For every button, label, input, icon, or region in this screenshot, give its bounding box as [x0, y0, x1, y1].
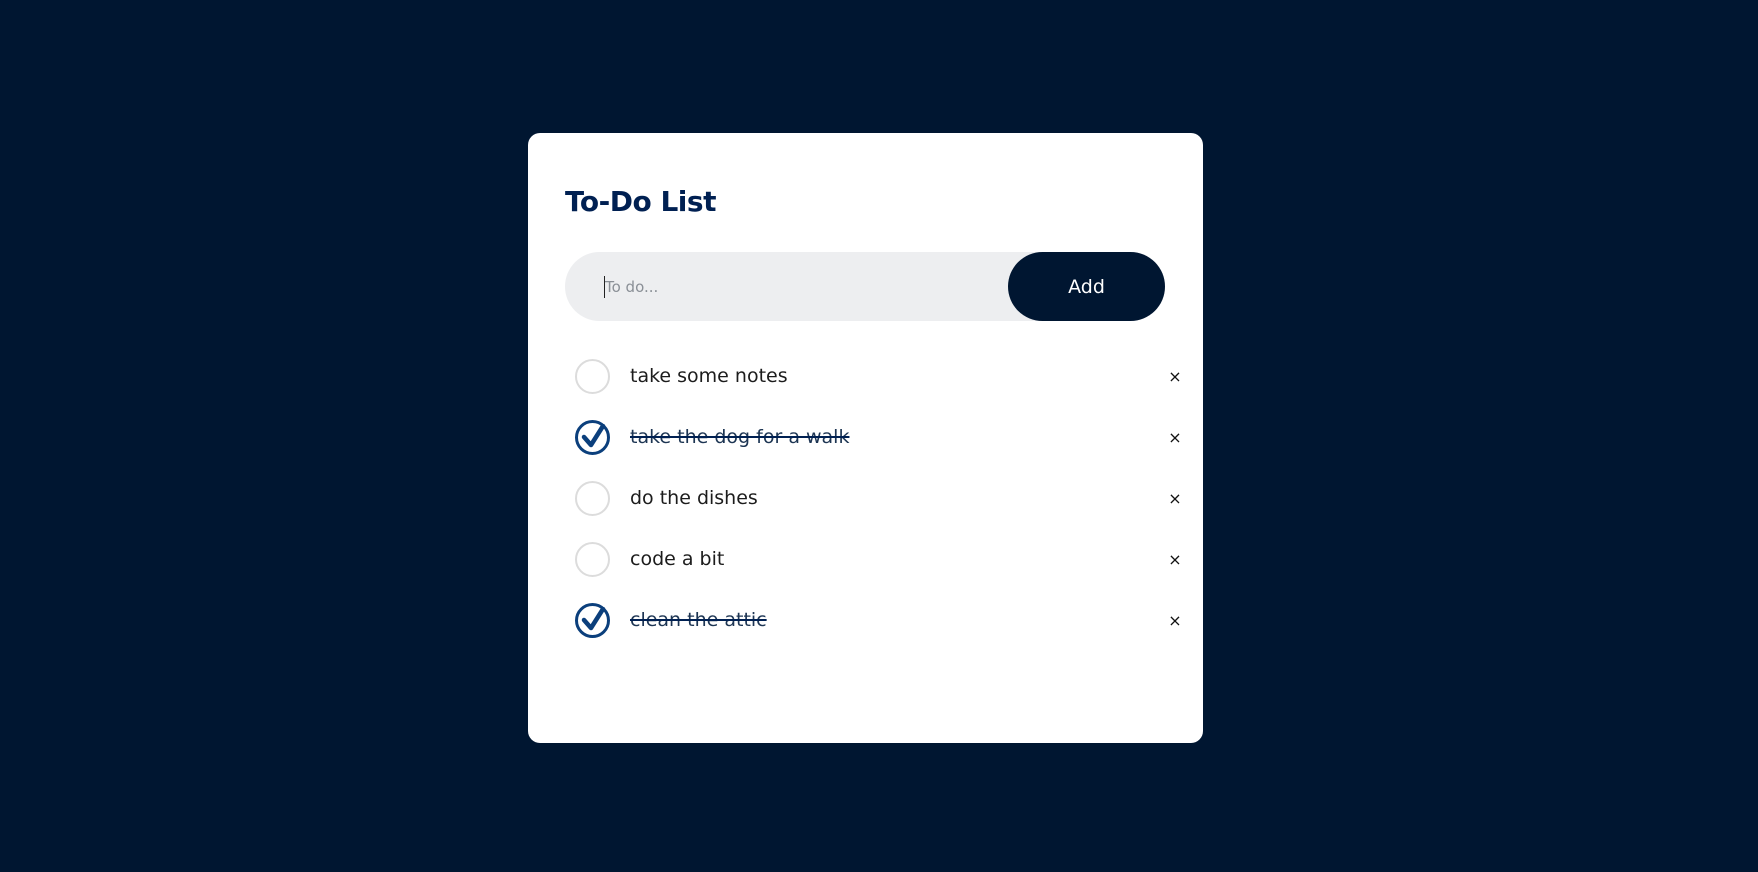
- todo-label: code a bit: [630, 548, 725, 570]
- todo-label: clean the attic: [630, 609, 767, 631]
- todo-checkbox[interactable]: [575, 481, 610, 516]
- delete-icon[interactable]: ×: [1166, 429, 1184, 447]
- delete-icon[interactable]: ×: [1166, 490, 1184, 508]
- todo-item: clean the attic ×: [565, 603, 1182, 664]
- todo-item: take the dog for a walk ×: [565, 420, 1182, 481]
- text-caret: [604, 276, 605, 298]
- delete-icon[interactable]: ×: [1166, 612, 1184, 630]
- checkmark-icon: [581, 424, 606, 448]
- todo-label: take the dog for a walk: [630, 426, 850, 448]
- checkmark-icon: [581, 607, 606, 631]
- todo-item: code a bit ×: [565, 542, 1182, 603]
- todo-card: To-Do List Add take some notes × take th…: [528, 133, 1203, 743]
- todo-item: do the dishes ×: [565, 481, 1182, 542]
- todo-checkbox[interactable]: [575, 603, 610, 638]
- todo-label: take some notes: [630, 365, 788, 387]
- delete-icon[interactable]: ×: [1166, 368, 1184, 386]
- todo-label: do the dishes: [630, 487, 758, 509]
- todo-list: take some notes × take the dog for a wal…: [565, 359, 1182, 664]
- add-button[interactable]: Add: [1008, 252, 1165, 321]
- page-title: To-Do List: [565, 185, 716, 218]
- delete-icon[interactable]: ×: [1166, 551, 1184, 569]
- todo-checkbox[interactable]: [575, 542, 610, 577]
- add-todo-form: Add: [565, 251, 1165, 322]
- todo-checkbox[interactable]: [575, 420, 610, 455]
- todo-checkbox[interactable]: [575, 359, 610, 394]
- todo-item: take some notes ×: [565, 359, 1182, 420]
